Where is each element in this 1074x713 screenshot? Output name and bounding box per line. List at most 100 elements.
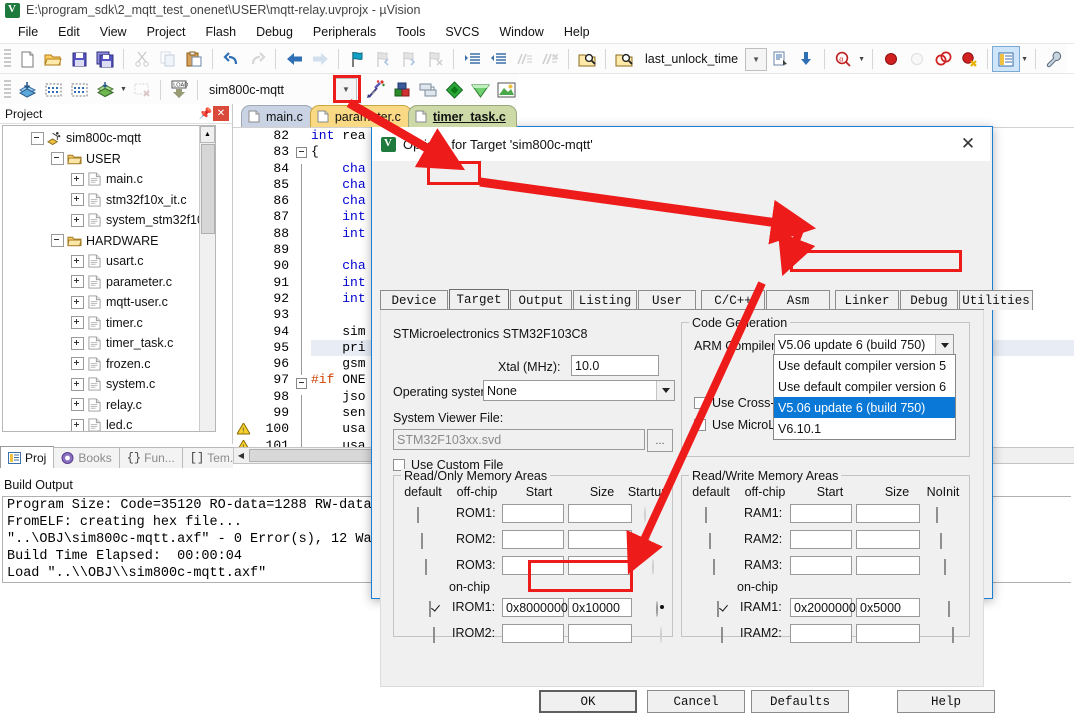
watch-dropdown-button[interactable]: ▼ bbox=[745, 47, 768, 71]
multi-project-icon[interactable] bbox=[415, 78, 441, 102]
irom2-size-input[interactable] bbox=[568, 624, 632, 643]
options-for-target-icon[interactable] bbox=[363, 78, 389, 102]
arm-compiler-dropdown-list[interactable]: Use default compiler version 5 Use defau… bbox=[773, 354, 956, 440]
iram2-default-checkbox[interactable] bbox=[721, 627, 723, 643]
tree-expander[interactable] bbox=[71, 275, 84, 289]
ram1-size-input[interactable] bbox=[856, 504, 920, 523]
project-tree-scrollbar[interactable]: ▲ bbox=[199, 126, 215, 431]
ram1-noinit-checkbox[interactable] bbox=[936, 507, 938, 523]
editor-fold-cell[interactable] bbox=[293, 342, 309, 360]
tree-expander[interactable] bbox=[71, 316, 84, 330]
chevron-down-icon[interactable] bbox=[935, 335, 953, 355]
irom1-size-input[interactable]: 0x10000 bbox=[568, 598, 632, 617]
rom2-startup-radio[interactable] bbox=[648, 533, 650, 549]
tree-item-target[interactable]: sim800c-mqtt bbox=[3, 128, 199, 149]
insert-watchpoint-icon[interactable] bbox=[767, 47, 793, 71]
ram1-default-checkbox[interactable] bbox=[705, 507, 707, 523]
tab-utilities[interactable]: Utilities bbox=[959, 290, 1033, 310]
tab-books[interactable]: Books bbox=[53, 447, 120, 468]
download-icon[interactable]: LOAD bbox=[166, 78, 192, 102]
irom2-startup-radio[interactable] bbox=[660, 627, 662, 643]
tree-file-mqtt-user-c[interactable]: mqtt-user.c bbox=[3, 292, 199, 313]
tree-expander[interactable] bbox=[71, 193, 84, 207]
tree-expander[interactable] bbox=[71, 357, 84, 371]
copy-icon[interactable] bbox=[155, 47, 181, 71]
iram2-noinit-checkbox[interactable] bbox=[952, 627, 954, 643]
cut-icon[interactable] bbox=[129, 47, 155, 71]
editor-fold-gutter[interactable] bbox=[293, 128, 309, 460]
editor-fold-cell[interactable] bbox=[293, 394, 309, 412]
rom1-start-input[interactable] bbox=[502, 504, 564, 523]
editor-fold-cell[interactable] bbox=[293, 245, 309, 262]
arm-compiler-select[interactable]: V5.06 update 6 (build 750) bbox=[774, 334, 954, 356]
chevron-down-icon[interactable] bbox=[656, 381, 674, 400]
editor-fold-cell[interactable] bbox=[293, 212, 309, 229]
bookmark-next-icon[interactable] bbox=[396, 47, 422, 71]
tab-listing[interactable]: Listing bbox=[573, 290, 637, 310]
close-icon[interactable]: ✕ bbox=[213, 106, 229, 121]
irom2-start-input[interactable] bbox=[502, 624, 564, 643]
pack-installer-icon[interactable] bbox=[493, 78, 519, 102]
redo-icon[interactable] bbox=[244, 47, 270, 71]
paste-icon[interactable] bbox=[181, 47, 207, 71]
iram2-start-input[interactable] bbox=[790, 624, 852, 643]
editor-fold-cell[interactable] bbox=[293, 163, 309, 180]
dropdown-option-v6101[interactable]: V6.10.1 bbox=[774, 418, 955, 439]
irom1-default-checkbox[interactable] bbox=[429, 601, 431, 617]
editor-tab-parameter-c[interactable]: parameter.c bbox=[309, 105, 412, 127]
bookmark-clear-icon[interactable] bbox=[422, 47, 448, 71]
editor-fold-cell[interactable] bbox=[293, 293, 309, 311]
ram2-start-input[interactable] bbox=[790, 530, 852, 549]
ram3-size-input[interactable] bbox=[856, 556, 920, 575]
new-file-icon[interactable] bbox=[14, 47, 40, 71]
editor-fold-cell[interactable] bbox=[293, 277, 309, 294]
irom1-startup-radio[interactable] bbox=[656, 601, 658, 617]
rom3-size-input[interactable] bbox=[568, 556, 632, 575]
iram1-size-input[interactable]: 0x5000 bbox=[856, 598, 920, 617]
irom2-default-checkbox[interactable] bbox=[433, 627, 435, 643]
tab-target[interactable]: Target bbox=[449, 289, 509, 310]
menu-peripherals[interactable]: Peripherals bbox=[303, 23, 386, 41]
menu-edit[interactable]: Edit bbox=[48, 23, 90, 41]
target-dropdown-button[interactable]: ▼ bbox=[335, 78, 357, 101]
bookmark-prev-icon[interactable] bbox=[370, 47, 396, 71]
pin-icon[interactable]: 📌 bbox=[198, 106, 213, 121]
tree-expander[interactable] bbox=[51, 234, 64, 248]
project-tree[interactable]: sim800c-mqtt USER main.c stm32f10x_it.c bbox=[2, 125, 216, 432]
editor-fold-cell[interactable] bbox=[293, 378, 309, 394]
ram2-noinit-checkbox[interactable] bbox=[940, 533, 942, 549]
rebuild-icon[interactable] bbox=[66, 78, 92, 102]
uncomment-icon[interactable] bbox=[537, 47, 563, 71]
editor-fold-cell[interactable] bbox=[293, 196, 309, 213]
iram1-noinit-checkbox[interactable] bbox=[948, 601, 950, 617]
rom1-default-checkbox[interactable] bbox=[417, 507, 419, 523]
scrollbar-thumb[interactable] bbox=[201, 144, 215, 234]
tree-expander[interactable] bbox=[71, 172, 84, 186]
tab-linker[interactable]: Linker bbox=[835, 290, 899, 310]
operating-system-select[interactable]: None bbox=[483, 380, 675, 401]
defaults-button[interactable]: Defaults bbox=[751, 690, 849, 713]
editor-fold-cell[interactable] bbox=[293, 128, 309, 144]
rom1-startup-radio[interactable] bbox=[644, 507, 646, 523]
rom3-default-checkbox[interactable] bbox=[425, 559, 427, 575]
tab-functions[interactable]: {} Fun... bbox=[118, 447, 183, 468]
blue-arrow-down-icon[interactable] bbox=[793, 47, 819, 71]
find-in-files-icon[interactable] bbox=[574, 47, 600, 71]
indent-icon[interactable] bbox=[459, 47, 485, 71]
batch-build-dropdown[interactable]: ▼ bbox=[118, 78, 129, 102]
ram2-size-input[interactable] bbox=[856, 530, 920, 549]
find-symbol-icon[interactable]: α bbox=[830, 47, 856, 71]
insert-breakpoint-icon[interactable] bbox=[878, 47, 904, 71]
toolbar-grip[interactable] bbox=[4, 49, 11, 69]
help-button[interactable]: Help bbox=[897, 690, 995, 713]
ram3-default-checkbox[interactable] bbox=[713, 559, 715, 575]
translate-icon[interactable] bbox=[14, 78, 40, 102]
tree-file-frozen-c[interactable]: frozen.c bbox=[3, 354, 199, 375]
rom2-start-input[interactable] bbox=[502, 530, 564, 549]
editor-fold-cell[interactable] bbox=[293, 359, 309, 376]
outdent-icon[interactable] bbox=[485, 47, 511, 71]
tree-expander[interactable] bbox=[71, 398, 84, 412]
menu-help[interactable]: Help bbox=[554, 23, 600, 41]
toolbar-grip[interactable] bbox=[4, 79, 11, 100]
tree-file-timer-c[interactable]: timer.c bbox=[3, 313, 199, 334]
